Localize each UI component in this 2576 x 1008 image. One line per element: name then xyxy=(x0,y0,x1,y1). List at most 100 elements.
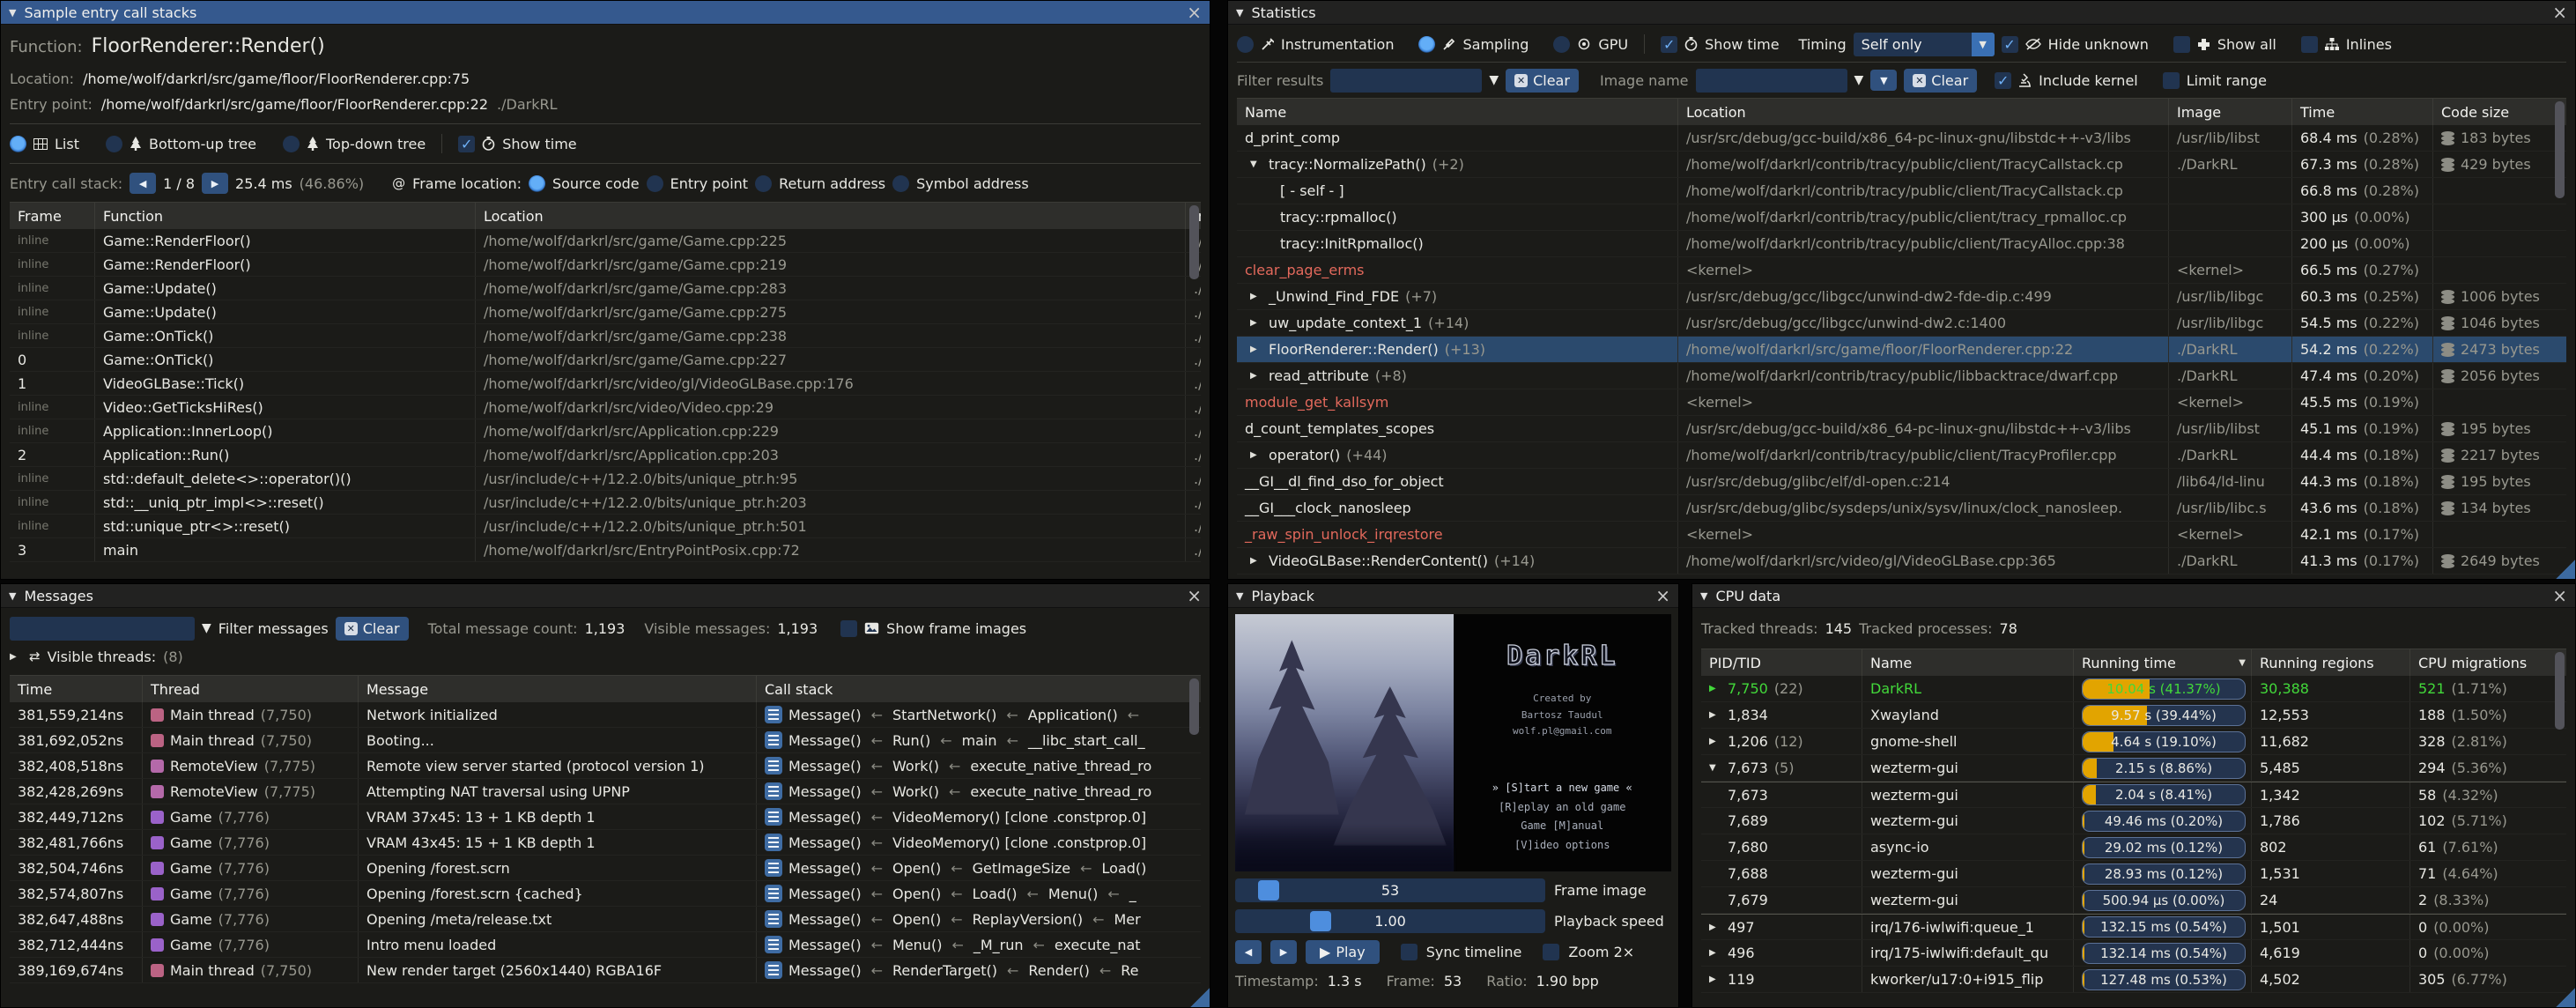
return-address-label[interactable]: Return address xyxy=(779,175,885,192)
table-row[interactable]: 382,712,444nsGame(7,776)Intro menu loade… xyxy=(10,932,1201,958)
table-row[interactable]: tracy::rpmalloc()/home/wolf/darkrl/contr… xyxy=(1237,204,2566,231)
callstack-icon[interactable] xyxy=(765,961,782,979)
table-header[interactable]: Name Location Image Time Code size xyxy=(1237,99,2566,125)
chevron-down-icon[interactable]: ▼ xyxy=(1972,33,1995,56)
scrollbar-thumb[interactable] xyxy=(2555,101,2565,198)
table-row[interactable]: module_get_kallsym<kernel><kernel>45.5 m… xyxy=(1237,389,2566,416)
close-icon[interactable]: × xyxy=(2552,587,2567,604)
bottom-up-tree-label[interactable]: Bottom-up tree xyxy=(149,136,256,152)
clear-messages-filter-button[interactable]: ✕Clear xyxy=(336,617,409,641)
table-row[interactable]: inlineGame::Update()/home/wolf/darkrl/sr… xyxy=(10,277,1201,300)
message-filter-input[interactable] xyxy=(10,617,195,641)
table-row[interactable]: ▶1,834Xwayland9.57 s (39.44%)12,553188(1… xyxy=(1701,702,2566,729)
scrollbar-thumb[interactable] xyxy=(1189,678,1199,735)
table-row[interactable]: 382,481,766nsGame(7,776)VRAM 43x45: 15 +… xyxy=(10,830,1201,856)
table-row[interactable]: ▶496irq/175-iwlwifi:default_qu132.14 ms … xyxy=(1701,940,2566,967)
table-row[interactable]: d_count_templates_scopes/usr/src/debug/g… xyxy=(1237,416,2566,442)
close-icon[interactable]: × xyxy=(1187,587,1202,604)
collapse-icon[interactable]: ▼ xyxy=(1236,590,1243,602)
sampling-radio[interactable] xyxy=(1418,36,1435,53)
table-row[interactable]: ▶497irq/176-iwlwifi:queue_1132.15 ms (0.… xyxy=(1701,914,2566,940)
table-row[interactable]: inlinestd::__uniq_ptr_impl<>::reset()/us… xyxy=(10,491,1201,515)
callstack-icon[interactable] xyxy=(765,859,782,877)
table-row[interactable]: ▶_Unwind_Find_FDE(+7)/usr/src/debug/gcc/… xyxy=(1237,284,2566,310)
table-row[interactable]: ▶uw_update_context_1(+14)/usr/src/debug/… xyxy=(1237,310,2566,337)
scrollbar-thumb[interactable] xyxy=(2555,652,2565,730)
prev-call-stack-button[interactable]: ◀ xyxy=(130,173,156,194)
table-row[interactable]: 3main/home/wolf/darkrl/src/EntryPointPos… xyxy=(10,538,1201,562)
gpu-label[interactable]: GPU xyxy=(1598,36,1628,53)
visible-threads-label[interactable]: Visible threads: xyxy=(48,649,157,665)
panel-titlebar[interactable]: ▼ Messages × xyxy=(1,584,1210,608)
table-row[interactable]: 382,647,488nsGame(7,776)Opening /meta/re… xyxy=(10,907,1201,932)
table-row[interactable]: 0Game::OnTick()/home/wolf/darkrl/src/gam… xyxy=(10,348,1201,372)
table-row[interactable]: inlineVideo::GetTicksHiRes()/home/wolf/d… xyxy=(10,396,1201,419)
table-row[interactable]: clear_page_erms<kernel><kernel>66.5 ms(0… xyxy=(1237,257,2566,284)
include-kernel-checkbox[interactable] xyxy=(1995,72,2011,89)
close-icon[interactable]: × xyxy=(1187,4,1202,21)
inlines-label[interactable]: Inlines xyxy=(2346,36,2392,53)
table-row[interactable]: _raw_spin_unlock_irqrestore<kernel><kern… xyxy=(1237,522,2566,548)
sync-timeline-checkbox[interactable] xyxy=(1401,944,1418,960)
show-frame-images-label[interactable]: Show frame images xyxy=(886,620,1026,637)
filter-icon[interactable]: ▼ xyxy=(1489,73,1499,87)
instrumentation-radio[interactable] xyxy=(1237,36,1254,53)
source-code-radio[interactable] xyxy=(529,175,545,192)
table-header[interactable]: Time Thread Message Call stack xyxy=(10,676,1201,702)
list-radio[interactable] xyxy=(10,136,26,152)
table-row[interactable]: 382,408,518nsRemoteView(7,775)Remote vie… xyxy=(10,753,1201,779)
collapse-icon[interactable]: ▼ xyxy=(9,590,16,602)
entry-point-radio[interactable] xyxy=(647,175,663,192)
next-frame-button[interactable]: ▶ xyxy=(1270,940,1297,964)
next-call-stack-button[interactable]: ▶ xyxy=(202,173,228,194)
table-row[interactable]: 381,559,214nsMain thread(7,750)Network i… xyxy=(10,702,1201,728)
inlines-checkbox[interactable] xyxy=(2301,36,2318,53)
include-kernel-label[interactable]: Include kernel xyxy=(2039,72,2138,89)
callstack-icon[interactable] xyxy=(765,885,782,902)
callstack-icon[interactable] xyxy=(765,706,782,723)
zoom-2x-label[interactable]: Zoom 2× xyxy=(1568,944,1634,960)
scrollbar-thumb[interactable] xyxy=(1189,205,1199,279)
frame-image-slider[interactable]: 53 xyxy=(1235,878,1545,902)
instrumentation-label[interactable]: Instrumentation xyxy=(1281,36,1394,53)
table-row[interactable]: 382,574,807nsGame(7,776)Opening /forest.… xyxy=(10,881,1201,907)
table-row[interactable]: __GI__dl_find_dso_for_object/usr/src/deb… xyxy=(1237,469,2566,495)
top-down-tree-radio[interactable] xyxy=(283,136,300,152)
panel-titlebar[interactable]: ▼ CPU data × xyxy=(1692,584,2575,608)
table-row[interactable]: inlinestd::default_delete<>::operator()(… xyxy=(10,467,1201,491)
sampling-label[interactable]: Sampling xyxy=(1462,36,1529,53)
table-header[interactable]: Frame Function Location Image xyxy=(10,203,1201,229)
sync-timeline-label[interactable]: Sync timeline xyxy=(1426,944,1522,960)
callstack-icon[interactable] xyxy=(765,936,782,953)
show-frame-images-checkbox[interactable] xyxy=(840,620,857,637)
table-row[interactable]: ▶VideoGLBase::RenderContent()(+14)/home/… xyxy=(1237,548,2566,574)
callstack-icon[interactable] xyxy=(765,757,782,775)
zoom-2x-checkbox[interactable] xyxy=(1543,944,1559,960)
table-row[interactable]: inlineGame::RenderFloor()/home/wolf/dark… xyxy=(10,229,1201,253)
panel-titlebar[interactable]: ▼ Statistics × xyxy=(1228,1,2575,25)
bottom-up-tree-radio[interactable] xyxy=(106,136,122,152)
entry-point-option-label[interactable]: Entry point xyxy=(670,175,748,192)
panel-titlebar[interactable]: ▼ Sample entry call stacks × xyxy=(1,1,1210,25)
table-row[interactable]: 382,428,269nsRemoteView(7,775)Attempting… xyxy=(10,779,1201,804)
callstack-icon[interactable] xyxy=(765,808,782,826)
table-row[interactable]: ▶7,750(22)DarkRL10.04 s (41.37%)30,38852… xyxy=(1701,676,2566,702)
table-row[interactable]: 2Application::Run()/home/wolf/darkrl/src… xyxy=(10,443,1201,467)
table-row[interactable]: tracy::InitRpmalloc()/home/wolf/darkrl/c… xyxy=(1237,231,2566,257)
table-row[interactable]: 382,449,712nsGame(7,776)VRAM 37x45: 13 +… xyxy=(10,804,1201,830)
resize-grip[interactable] xyxy=(1188,986,1210,1007)
show-time-checkbox[interactable] xyxy=(458,136,475,152)
limit-range-checkbox[interactable] xyxy=(2163,72,2180,89)
collapse-icon[interactable]: ▼ xyxy=(9,7,16,19)
table-row[interactable]: 381,692,052nsMain thread(7,750)Booting..… xyxy=(10,728,1201,753)
timing-dropdown[interactable]: Self only ▼ xyxy=(1854,33,1995,56)
table-row[interactable]: 389,169,674nsMain thread(7,750)New rende… xyxy=(10,958,1201,983)
top-down-tree-label[interactable]: Top-down tree xyxy=(326,136,426,152)
table-row[interactable]: inlinestd::unique_ptr<>::reset()/usr/inc… xyxy=(10,515,1201,538)
list-label[interactable]: List xyxy=(55,136,79,152)
filter-icon[interactable]: ▼ xyxy=(1854,73,1864,87)
collapse-icon[interactable]: ▼ xyxy=(1236,7,1243,19)
table-row[interactable]: ▶operator()(+44)/home/wolf/darkrl/contri… xyxy=(1237,442,2566,469)
resize-grip[interactable] xyxy=(2554,986,2575,1007)
show-all-label[interactable]: Show all xyxy=(2217,36,2276,53)
